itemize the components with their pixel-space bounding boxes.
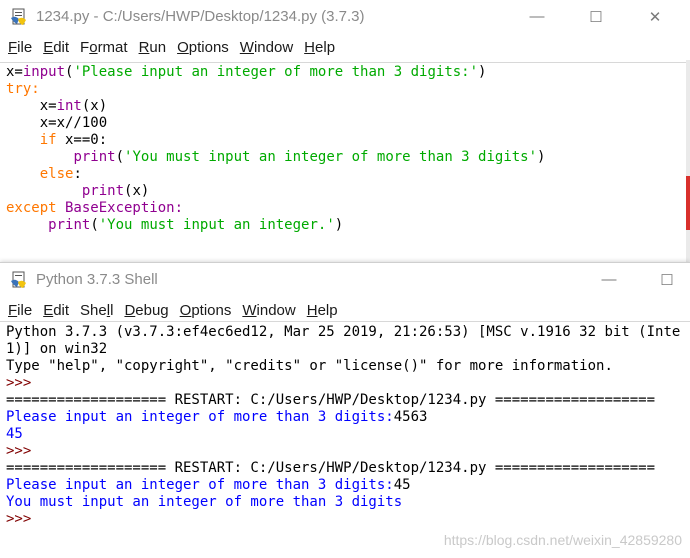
menu-window[interactable]: Window — [242, 302, 295, 319]
code-line: x=input('Please input an integer of more… — [6, 64, 487, 80]
code-line: try: — [6, 81, 40, 97]
input-line: Please input an integer of more than 3 d… — [6, 409, 428, 425]
code-line: if x==0: — [39, 132, 108, 148]
menu-file[interactable]: File — [8, 302, 32, 319]
menu-file[interactable]: File — [8, 39, 32, 56]
shell-minimize-button[interactable]: — — [586, 263, 632, 296]
menu-window[interactable]: Window — [240, 39, 293, 56]
minimize-button[interactable]: — — [514, 0, 560, 33]
code-line: print(x) — [81, 183, 150, 199]
menu-shell[interactable]: Shell — [80, 302, 113, 319]
shell-prompt: >>> — [6, 443, 40, 459]
code-line: else: — [39, 166, 82, 182]
banner-line: Type "help", "copyright", "credits" or "… — [6, 358, 613, 374]
python-file-icon — [10, 8, 28, 26]
menu-options[interactable]: Options — [180, 302, 232, 319]
shell-console[interactable]: Python 3.7.3 (v3.7.3:ef4ec6ed12, Mar 25 … — [0, 321, 690, 558]
code-line: print('You must input an integer.') — [48, 217, 344, 233]
shell-window: Python 3.7.3 Shell — ☐ File Edit Shell D… — [0, 262, 690, 558]
banner-line: Python 3.7.3 (v3.7.3:ef4ec6ed12, Mar 25 … — [6, 324, 681, 340]
shell-menubar: File Edit Shell Debug Options Window Hel… — [0, 296, 690, 324]
code-line: x=x//100 — [6, 115, 108, 131]
shell-title: Python 3.7.3 Shell — [36, 271, 158, 288]
output-line: You must input an integer of more than 3… — [6, 494, 403, 510]
close-button[interactable]: ✕ — [632, 0, 678, 33]
output-line: 45 — [6, 426, 23, 442]
editor-window: 1234.py - C:/Users/HWP/Desktop/1234.py (… — [0, 0, 690, 262]
editor-code-area[interactable]: x=input('Please input an integer of more… — [0, 62, 690, 262]
banner-line: 1)] on win32 — [6, 341, 108, 357]
restart-line: =================== RESTART: C:/Users/HW… — [6, 460, 656, 476]
background-window-edge — [686, 176, 690, 230]
menu-edit[interactable]: Edit — [43, 39, 69, 56]
menu-run[interactable]: Run — [139, 39, 167, 56]
menu-format[interactable]: Format — [80, 39, 128, 56]
maximize-button[interactable]: ☐ — [573, 0, 619, 33]
editor-menubar: File Edit Format Run Options Window Help — [0, 33, 690, 61]
input-line: Please input an integer of more than 3 d… — [6, 477, 411, 493]
menu-help[interactable]: Help — [307, 302, 338, 319]
code-line: x=int(x) — [6, 98, 108, 114]
shell-maximize-button[interactable]: ☐ — [644, 263, 690, 296]
menu-edit[interactable]: Edit — [43, 302, 69, 319]
code-line: except BaseException: — [6, 200, 184, 216]
watermark: https://blog.csdn.net/weixin_42859280 — [443, 532, 682, 548]
restart-line: =================== RESTART: C:/Users/HW… — [6, 392, 656, 408]
code-line: print('You must input an integer of more… — [73, 149, 546, 165]
shell-prompt: >>> — [6, 511, 40, 527]
editor-scrollbar[interactable] — [686, 60, 690, 262]
menu-debug[interactable]: Debug — [124, 302, 168, 319]
menu-help[interactable]: Help — [304, 39, 335, 56]
menu-options[interactable]: Options — [177, 39, 229, 56]
shell-prompt: >>> — [6, 375, 40, 391]
editor-title: 1234.py - C:/Users/HWP/Desktop/1234.py (… — [36, 8, 365, 25]
python-icon — [10, 271, 28, 289]
